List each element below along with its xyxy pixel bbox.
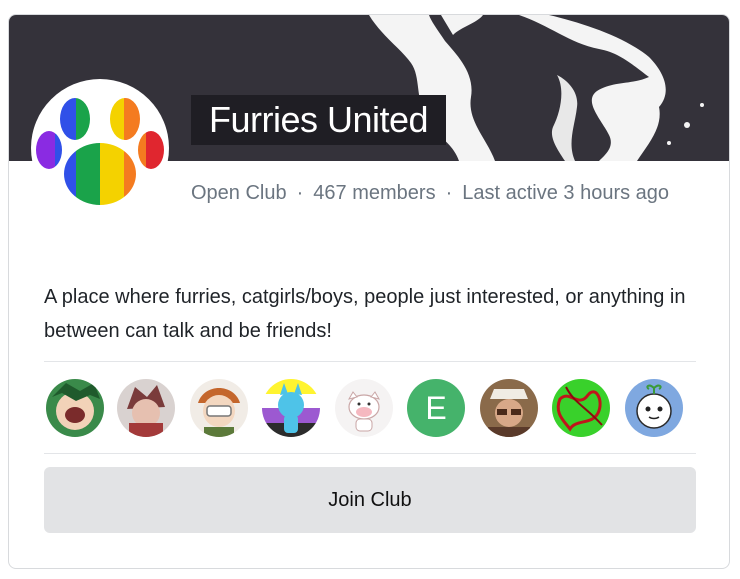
member-avatar-5[interactable] [335,379,393,437]
last-active: Last active 3 hours ago [462,182,670,204]
member-avatars: E [44,378,696,438]
member-avatar-3[interactable] [190,379,248,437]
member-avatar-6[interactable]: E [407,379,465,437]
club-card: Furries United Open Club · 467 members · Las… [8,14,730,569]
join-club-button[interactable]: Join Club [44,467,696,533]
member-avatar-8[interactable] [552,379,610,437]
member-avatar-4[interactable] [262,379,320,437]
club-description: A place where furries, catgirls/boys, pe… [44,286,686,342]
club-type: Open Club [191,182,287,204]
club-meta: Open Club · 467 members · Last active 3 hour… [191,176,721,211]
meta-separator: · [296,182,304,204]
avatar-initial: E [425,389,447,426]
member-avatar-2[interactable] [117,379,175,437]
meta-separator: · [445,182,453,204]
club-logo [31,79,169,217]
member-avatar-7[interactable] [480,379,538,437]
member-avatar-1[interactable] [46,379,104,437]
club-title: Furries United [209,99,429,140]
divider [44,453,696,454]
club-title-box: Furries United [191,95,447,145]
member-avatar-9[interactable] [625,379,683,437]
member-count[interactable]: 467 members [313,182,435,204]
divider [44,361,696,362]
